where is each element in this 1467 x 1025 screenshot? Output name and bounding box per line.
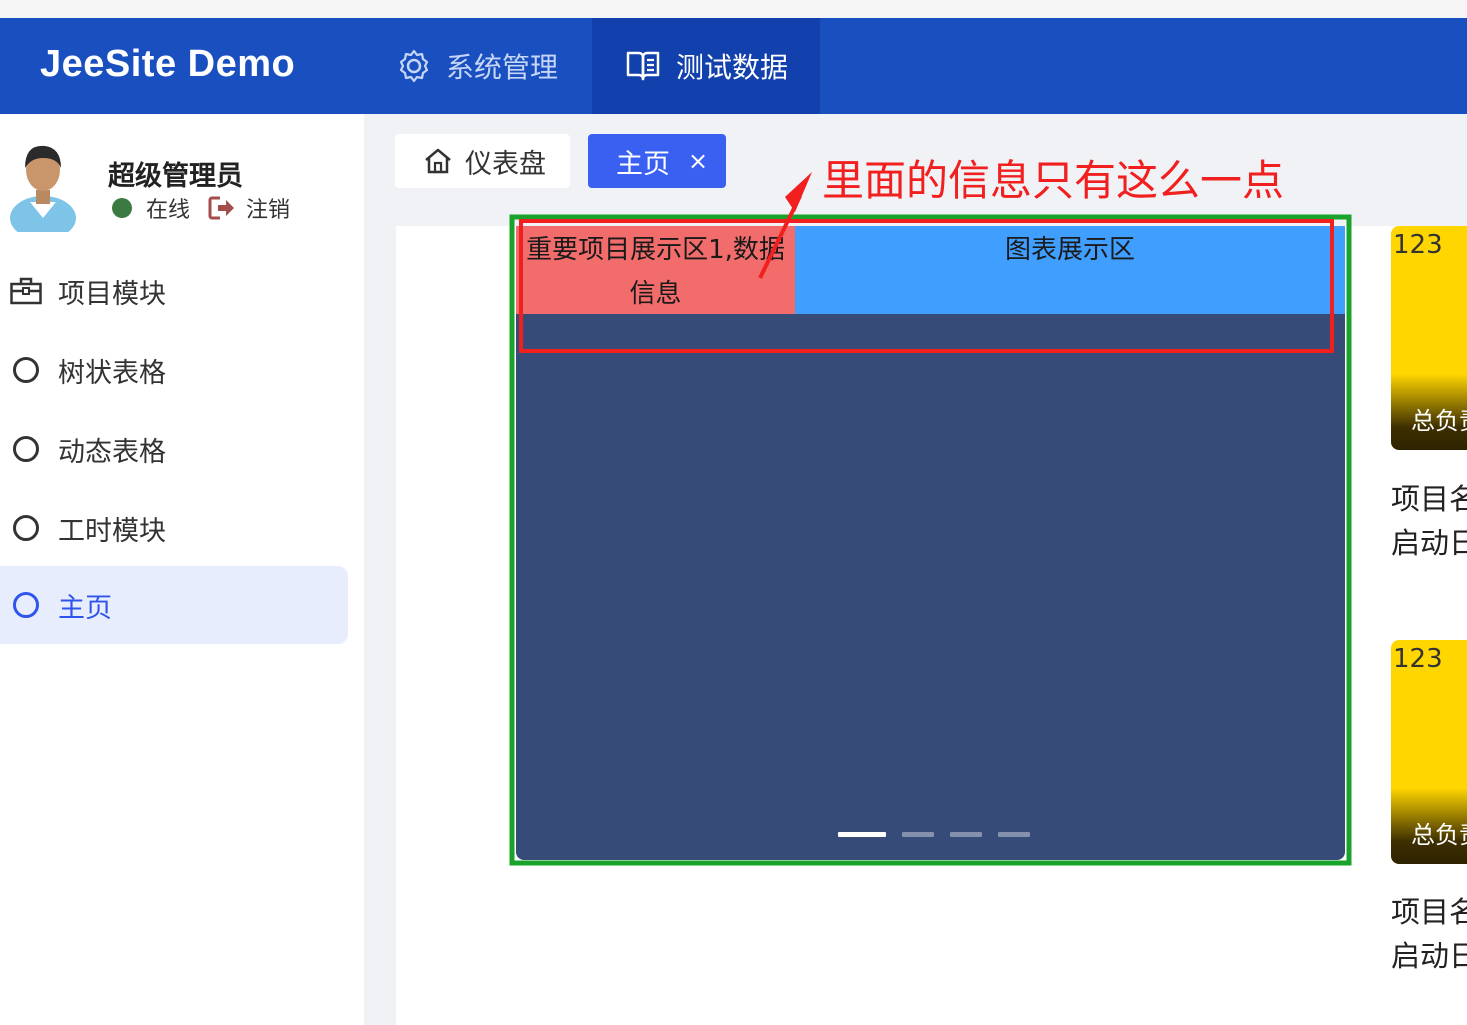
project-name-line: 项目名 [1391,895,1467,929]
topnav-label: 系统管理 [446,51,559,84]
home-icon [425,148,451,174]
top-strip [0,0,1467,18]
carousel-dot[interactable] [950,832,982,837]
tab-label: 仪表盘 [465,148,546,180]
project-card[interactable]: 123 总负责 [1391,640,1467,864]
sidebar-item-label: 动态表格 [58,436,166,468]
topnav-test-data[interactable]: 测试数据 [592,18,820,114]
carousel-dot[interactable] [998,832,1030,837]
online-status: 在线 [146,198,191,223]
topnav-system-management[interactable]: 系统管理 [364,18,592,114]
card-number: 123 [1393,644,1443,674]
tab-home[interactable]: 主页 × [588,134,726,188]
tab-dashboard[interactable]: 仪表盘 [395,134,570,188]
sidebar-item-label: 主页 [58,592,112,624]
important-projects-panel: 重要项目展示区1,数据信息 [516,226,795,314]
user-status-row: 在线 注销 [112,192,290,224]
circle-icon [10,512,42,544]
card-caption: 总负责 [1411,821,1467,849]
avatar [10,145,76,232]
book-icon [626,51,660,81]
project-start-line: 启动日 [1391,939,1467,973]
sidebar-item-label: 树状表格 [58,357,166,389]
sidebar-item-dynamic-table[interactable]: 动态表格 [0,410,348,488]
sidebar-item-tree-table[interactable]: 树状表格 [0,331,348,409]
app-brand[interactable]: JeeSite Demo [40,43,295,86]
logout-link[interactable]: 注销 [246,192,290,224]
project-start-line: 启动日 [1391,526,1467,560]
carousel-indicators [838,832,1030,837]
user-name: 超级管理员 [108,161,243,192]
briefcase-icon [10,275,42,307]
carousel-dot[interactable] [838,832,886,837]
sidebar-item-work-hours[interactable]: 工时模块 [0,489,348,567]
online-dot-icon [112,198,132,218]
annotation-arrowhead [785,172,812,212]
gear-icon [399,49,429,83]
tab-label: 主页 [616,148,670,180]
chart-panel: 图表展示区 [795,226,1345,314]
annotation-text: 里面的信息只有这么一点 [822,156,1285,205]
sidebar: 超级管理员 在线 注销 项目模块 树状表格 动态表格 工时模块 主页 [0,114,364,1025]
header: JeeSite Demo 系统管理 测试数据 [0,18,1467,114]
project-card[interactable]: 123 总负责 [1391,226,1467,450]
project-name-line: 项目名 [1391,482,1467,516]
circle-icon [10,433,42,465]
circle-icon [10,589,42,621]
sidebar-item-home[interactable]: 主页 [0,566,348,644]
close-icon[interactable]: × [688,147,708,175]
card-caption: 总负责 [1411,407,1467,435]
sidebar-item-project-module[interactable]: 项目模块 [0,252,348,330]
carousel-dot[interactable] [902,832,934,837]
card-number: 123 [1393,230,1443,260]
topnav-label: 测试数据 [676,51,789,84]
logout-icon[interactable] [208,195,236,221]
sidebar-item-label: 项目模块 [58,278,166,310]
sidebar-item-label: 工时模块 [58,515,166,547]
carousel[interactable] [516,226,1345,860]
circle-icon [10,354,42,386]
